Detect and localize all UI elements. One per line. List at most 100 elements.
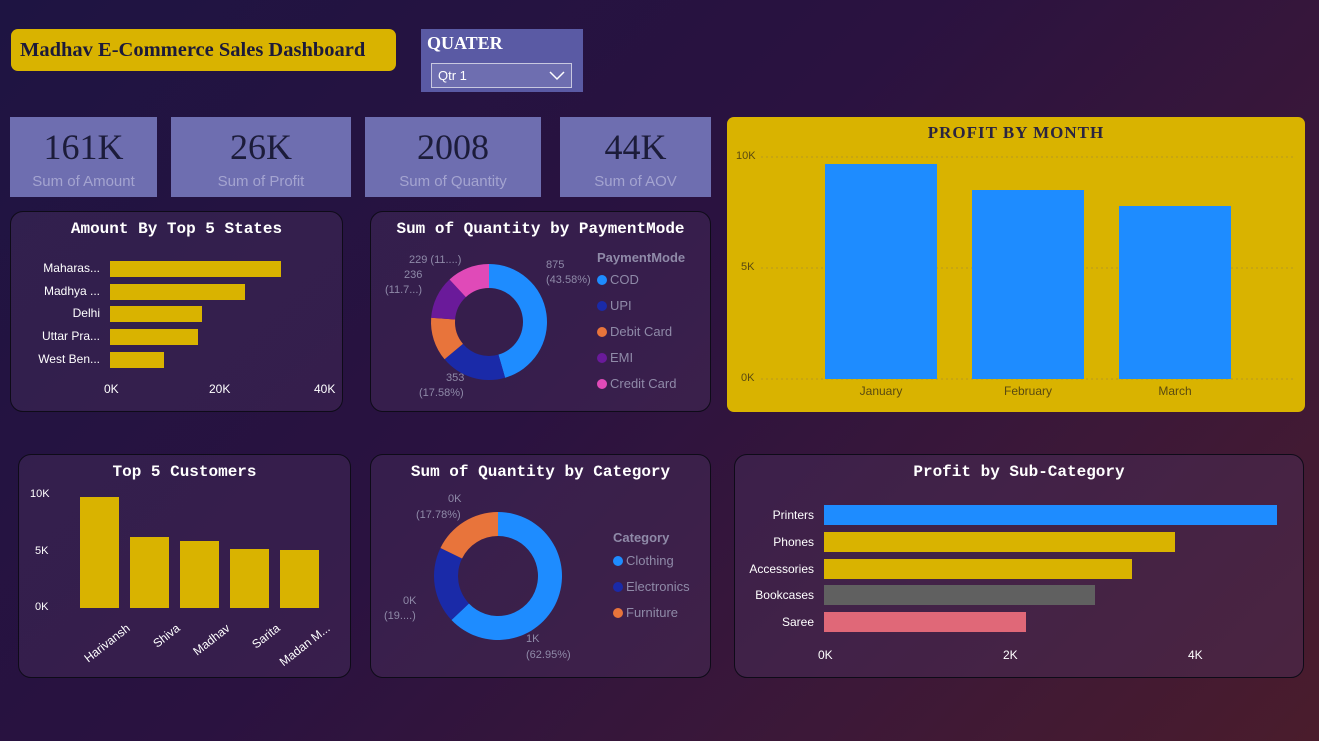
legend-marker bbox=[613, 581, 623, 592]
category-chart-card[interactable]: Sum of Quantity by Category 1K (62.95%) … bbox=[370, 454, 711, 678]
bar-madhya[interactable] bbox=[110, 283, 246, 300]
kpi-card-quantity[interactable]: 2008 Sum of Quantity bbox=[365, 117, 541, 197]
legend-label: EMI bbox=[610, 350, 634, 365]
x-category-label: Madan M... bbox=[276, 620, 333, 669]
x-category-label: January bbox=[859, 384, 903, 398]
legend-item-clothing[interactable]: Clothing bbox=[613, 553, 674, 568]
bar-printers[interactable] bbox=[824, 505, 1277, 525]
legend-label: UPI bbox=[610, 298, 632, 313]
y-category-label: Phones bbox=[773, 534, 814, 549]
legend-marker bbox=[597, 378, 607, 389]
bar-march[interactable] bbox=[1119, 205, 1231, 379]
legend-item-debit-card[interactable]: Debit Card bbox=[597, 324, 672, 339]
legend-marker bbox=[597, 300, 607, 311]
y-tick: 5K bbox=[741, 261, 755, 273]
data-label-furniture-pct: (17.78%) bbox=[416, 509, 461, 521]
legend-marker bbox=[613, 607, 623, 618]
bar-accessories[interactable] bbox=[824, 558, 1132, 579]
x-category-label: February bbox=[1003, 384, 1053, 398]
kpi-value: 44K bbox=[604, 127, 667, 167]
x-tick-label: 2K bbox=[1003, 648, 1018, 662]
kpi-value: 161K bbox=[43, 127, 124, 167]
x-category-label: Sarita bbox=[249, 621, 283, 652]
quarter-slicer[interactable]: QUATER Qtr 1 bbox=[421, 29, 583, 92]
y-category-label: Madhya ... bbox=[43, 283, 100, 298]
states-chart-card[interactable]: Amount By Top 5 States Maharas... Madhya … bbox=[10, 211, 343, 412]
legend-item-furniture[interactable]: Furniture bbox=[613, 605, 678, 620]
subcategory-chart-card[interactable]: Profit by Sub-Category Printers Phones Acc… bbox=[734, 454, 1304, 678]
legend-title: Category bbox=[613, 530, 670, 545]
bar-maharas[interactable] bbox=[110, 261, 281, 277]
legend-item-credit-card[interactable]: Credit Card bbox=[597, 376, 676, 391]
y-tick: 0K bbox=[741, 372, 755, 384]
dashboard-title: Madhav E-Commerce Sales Dashboard bbox=[11, 29, 396, 71]
legend-label: COD bbox=[610, 272, 639, 287]
x-tick-label: 0K bbox=[818, 648, 833, 662]
y-category-label: Accessories bbox=[749, 561, 814, 576]
legend-marker bbox=[613, 555, 623, 566]
quarter-dropdown[interactable]: Qtr 1 bbox=[431, 63, 572, 88]
bar-sarita[interactable] bbox=[230, 548, 269, 608]
quarter-selected-value: Qtr 1 bbox=[438, 68, 467, 83]
legend-item-cod[interactable]: COD bbox=[597, 272, 639, 287]
legend-label: Debit Card bbox=[610, 324, 673, 339]
x-category-label: Madhav bbox=[190, 621, 233, 659]
bar-saree[interactable] bbox=[824, 612, 1026, 633]
data-label-debit-pct: (11.7...) bbox=[385, 284, 423, 296]
bar-delhi[interactable] bbox=[110, 306, 202, 323]
bar-february[interactable] bbox=[972, 190, 1084, 379]
bar-phones[interactable] bbox=[824, 531, 1176, 552]
legend-marker bbox=[597, 352, 607, 363]
legend-marker bbox=[597, 274, 607, 285]
bar-january[interactable] bbox=[825, 163, 937, 379]
data-label-electronics-pct: (19....) bbox=[384, 610, 416, 622]
legend-title: PaymentMode bbox=[597, 250, 686, 265]
y-tick: 5K bbox=[35, 545, 49, 557]
data-label-cod-pct: (43.58%) bbox=[546, 274, 591, 286]
bar-bookcases[interactable] bbox=[824, 585, 1095, 606]
x-category-label: March bbox=[1158, 384, 1192, 398]
legend-item-electronics[interactable]: Electronics bbox=[613, 579, 690, 594]
data-label-emi: 229 (11....) bbox=[409, 254, 462, 266]
legend-label: Furniture bbox=[626, 605, 679, 620]
bar-madhav[interactable] bbox=[180, 540, 219, 608]
kpi-value: 2008 bbox=[417, 127, 489, 167]
chevron-down-icon bbox=[549, 71, 565, 81]
bar-west-ben[interactable] bbox=[110, 351, 164, 368]
bar-harivansh[interactable] bbox=[80, 497, 119, 608]
chart-title: Profit by Sub-Category bbox=[913, 463, 1125, 481]
kpi-value: 26K bbox=[230, 127, 292, 167]
chart-title: Top 5 Customers bbox=[112, 463, 257, 481]
bar-shiva[interactable] bbox=[130, 537, 169, 608]
y-category-label: Maharas... bbox=[43, 261, 100, 275]
legend-item-emi[interactable]: EMI bbox=[597, 350, 633, 365]
x-tick-label: 40K bbox=[314, 382, 336, 396]
y-category-label: Bookcases bbox=[755, 588, 814, 603]
data-label-cod-value: 875 bbox=[546, 259, 565, 271]
legend-item-upi[interactable]: UPI bbox=[597, 298, 632, 313]
legend-marker bbox=[597, 326, 607, 337]
data-label-debit-value: 236 bbox=[404, 269, 423, 281]
bar-madan-m[interactable] bbox=[280, 549, 319, 608]
legend-label: Electronics bbox=[626, 579, 690, 594]
data-label-clothing-pct: (62.95%) bbox=[526, 649, 571, 661]
kpi-label: Sum of Amount bbox=[32, 173, 135, 190]
legend-label: Credit Card bbox=[610, 376, 677, 391]
y-tick: 0K bbox=[35, 601, 49, 613]
chart-title: Amount By Top 5 States bbox=[70, 220, 283, 238]
y-tick: 10K bbox=[30, 488, 50, 500]
kpi-label: Sum of Quantity bbox=[399, 173, 507, 190]
kpi-card-amount[interactable]: 161K Sum of Amount bbox=[10, 117, 157, 197]
kpi-card-profit[interactable]: 26K Sum of Profit bbox=[171, 117, 351, 197]
x-category-label: Harivansh bbox=[81, 621, 133, 666]
paymentmode-chart-card[interactable]: Sum of Quantity by PaymentMode 875 (43.5… bbox=[370, 211, 711, 412]
legend-label: Clothing bbox=[626, 553, 674, 568]
kpi-card-aov[interactable]: 44K Sum of AOV bbox=[560, 117, 711, 197]
x-tick-label: 0K bbox=[104, 382, 119, 396]
customers-chart-card[interactable]: Top 5 Customers 10K 5K 0K Harivansh Shiva… bbox=[18, 454, 351, 678]
y-tick: 10K bbox=[736, 150, 756, 162]
y-category-label: Saree bbox=[781, 615, 814, 630]
data-label-furniture-value: 0K bbox=[448, 493, 462, 505]
bar-uttar-pra[interactable] bbox=[110, 329, 199, 346]
profit-by-month-card[interactable]: PROFIT BY MONTH 10K 5K 0K January Februar… bbox=[727, 117, 1305, 412]
